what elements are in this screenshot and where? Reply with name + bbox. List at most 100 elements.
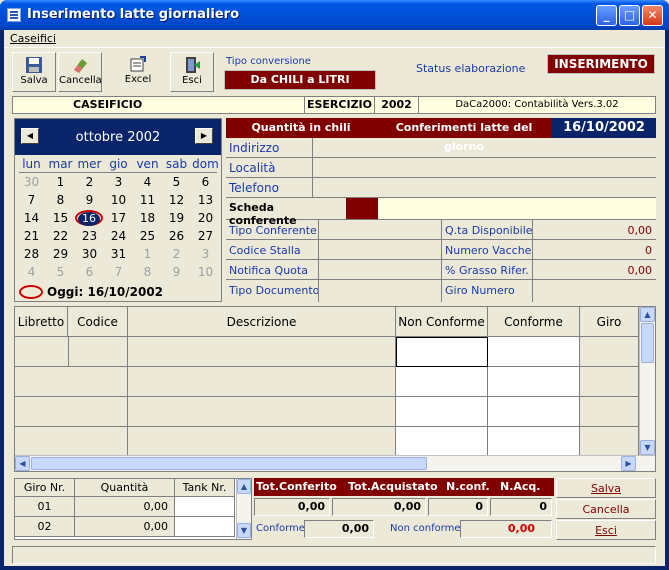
scroll-up-icon[interactable]: ▲ (237, 479, 251, 494)
giri-scrollbar[interactable]: ▲ ▼ (236, 479, 251, 539)
grid-cell[interactable] (128, 337, 396, 367)
grid-cell[interactable] (580, 397, 639, 427)
grid-cell[interactable] (396, 367, 488, 397)
calendar-day[interactable]: 8 (46, 193, 75, 207)
calendar-day[interactable]: 29 (46, 247, 75, 261)
grid-vertical-scrollbar[interactable]: ▲ ▼ (639, 307, 655, 455)
menu-caseifici[interactable]: Caseifici (10, 32, 56, 45)
calendar-day[interactable]: 5 (46, 265, 75, 279)
calendar-day[interactable]: 2 (162, 247, 191, 261)
salva-button[interactable]: Salva (556, 478, 656, 498)
calendar-day[interactable]: 12 (162, 193, 191, 207)
calendar-day[interactable]: 31 (104, 247, 133, 261)
grid-cell[interactable] (580, 427, 639, 455)
maximize-button[interactable]: □ (619, 5, 640, 26)
col-codice[interactable]: Codice (68, 307, 128, 337)
calendar-day[interactable]: 30 (17, 175, 46, 189)
grid-cell[interactable] (128, 427, 396, 455)
grid-cell[interactable] (15, 367, 128, 397)
calendar-day[interactable]: 4 (133, 175, 162, 189)
tipo-conversione-value[interactable]: Da CHILI a LITRI (224, 70, 376, 90)
col-descrizione[interactable]: Descrizione (128, 307, 396, 337)
quantita-cell[interactable]: 0,00 (75, 517, 175, 537)
grid-cell-focused[interactable] (396, 337, 488, 367)
scroll-up-icon[interactable]: ▲ (640, 307, 655, 322)
prev-month-button[interactable]: ◀ (21, 128, 39, 144)
col-libretto[interactable]: Libretto (15, 307, 68, 337)
col-conforme[interactable]: Conforme (488, 307, 580, 337)
calendar-day[interactable]: 27 (191, 229, 220, 243)
calendar-day[interactable]: 20 (191, 211, 220, 225)
calendar-day[interactable]: 9 (162, 265, 191, 279)
col-giro[interactable]: Giro (580, 307, 639, 337)
quantita-cell[interactable]: 0,00 (75, 497, 175, 517)
giro-cell[interactable]: 01 (15, 497, 75, 517)
calendar-day[interactable]: 25 (133, 229, 162, 243)
esci-button[interactable]: Esci (556, 520, 656, 540)
scroll-right-icon[interactable]: ▶ (621, 456, 636, 471)
calendar-day[interactable]: 10 (104, 193, 133, 207)
cancella-button[interactable]: Cancella (556, 499, 656, 519)
calendar-day[interactable]: 5 (162, 175, 191, 189)
calendar-day[interactable]: 22 (46, 229, 75, 243)
calendar-day[interactable]: 3 (104, 175, 133, 189)
grid-cell[interactable] (580, 337, 639, 367)
calendar-day[interactable]: 24 (104, 229, 133, 243)
grid-horizontal-scrollbar[interactable]: ◀ ▶ (15, 455, 655, 471)
calendar-day[interactable]: 8 (133, 265, 162, 279)
close-button[interactable]: ✕ (642, 5, 663, 26)
calendar-day[interactable]: 28 (17, 247, 46, 261)
grid-cell[interactable] (128, 367, 396, 397)
calendar-day[interactable]: 23 (75, 229, 104, 243)
salva-tool-button[interactable]: Salva (12, 52, 56, 92)
cancella-tool-button[interactable]: Cancella (58, 52, 102, 92)
next-month-button[interactable]: ▶ (195, 128, 213, 144)
calendar-day[interactable]: 17 (104, 211, 133, 225)
grid-cell[interactable] (488, 427, 580, 455)
grid-cell[interactable] (128, 397, 396, 427)
calendar-day[interactable]: 26 (162, 229, 191, 243)
scroll-down-icon[interactable]: ▼ (237, 523, 251, 538)
grid-cell[interactable] (488, 397, 580, 427)
calendar-day[interactable]: 19 (162, 211, 191, 225)
scroll-thumb[interactable] (31, 457, 427, 470)
scroll-left-icon[interactable]: ◀ (15, 456, 30, 471)
col-quantita[interactable]: Quantità (75, 479, 175, 497)
calendar-day[interactable]: 7 (104, 265, 133, 279)
excel-tool-button[interactable]: Excel (116, 52, 160, 92)
calendar-day[interactable]: 11 (133, 193, 162, 207)
calendar-selected-day[interactable]: 16 (78, 212, 100, 226)
giro-cell[interactable]: 02 (15, 517, 75, 537)
grid-cell[interactable] (396, 397, 488, 427)
calendar-day[interactable]: 1 (133, 247, 162, 261)
calendar-day[interactable]: 21 (17, 229, 46, 243)
calendar-day[interactable]: 6 (75, 265, 104, 279)
grid-cell[interactable] (580, 367, 639, 397)
col-giro-nr[interactable]: Giro Nr. (15, 479, 75, 497)
calendar-day[interactable]: 3 (191, 247, 220, 261)
grid-cell[interactable] (15, 337, 128, 367)
calendar-day[interactable]: 7 (17, 193, 46, 207)
scroll-down-icon[interactable]: ▼ (640, 440, 655, 455)
calendar-day[interactable]: 9 (75, 193, 104, 207)
calendar-day[interactable]: 15 (46, 211, 75, 225)
grid-cell[interactable] (488, 337, 580, 367)
calendar-day[interactable]: 4 (17, 265, 46, 279)
col-non-conforme[interactable]: Non Conforme (396, 307, 488, 337)
grid-cell[interactable] (15, 397, 128, 427)
tank-cell[interactable] (175, 497, 235, 517)
calendar-day[interactable]: 30 (75, 247, 104, 261)
scroll-thumb[interactable] (641, 323, 654, 363)
calendar-day[interactable]: 10 (191, 265, 220, 279)
minimize-button[interactable]: _ (596, 5, 617, 26)
calendar-day[interactable]: 18 (133, 211, 162, 225)
tank-cell[interactable] (175, 517, 235, 537)
title-bar[interactable]: Inserimento latte giornaliero _ □ ✕ (0, 0, 669, 30)
grid-cell[interactable] (15, 427, 128, 455)
calendar-day[interactable]: 2 (75, 175, 104, 189)
calendar-day[interactable]: 13 (191, 193, 220, 207)
calendar-day[interactable]: 1 (46, 175, 75, 189)
calendar-day[interactable]: 14 (17, 211, 46, 225)
grid-cell[interactable] (488, 367, 580, 397)
col-tank-nr[interactable]: Tank Nr. (175, 479, 235, 497)
